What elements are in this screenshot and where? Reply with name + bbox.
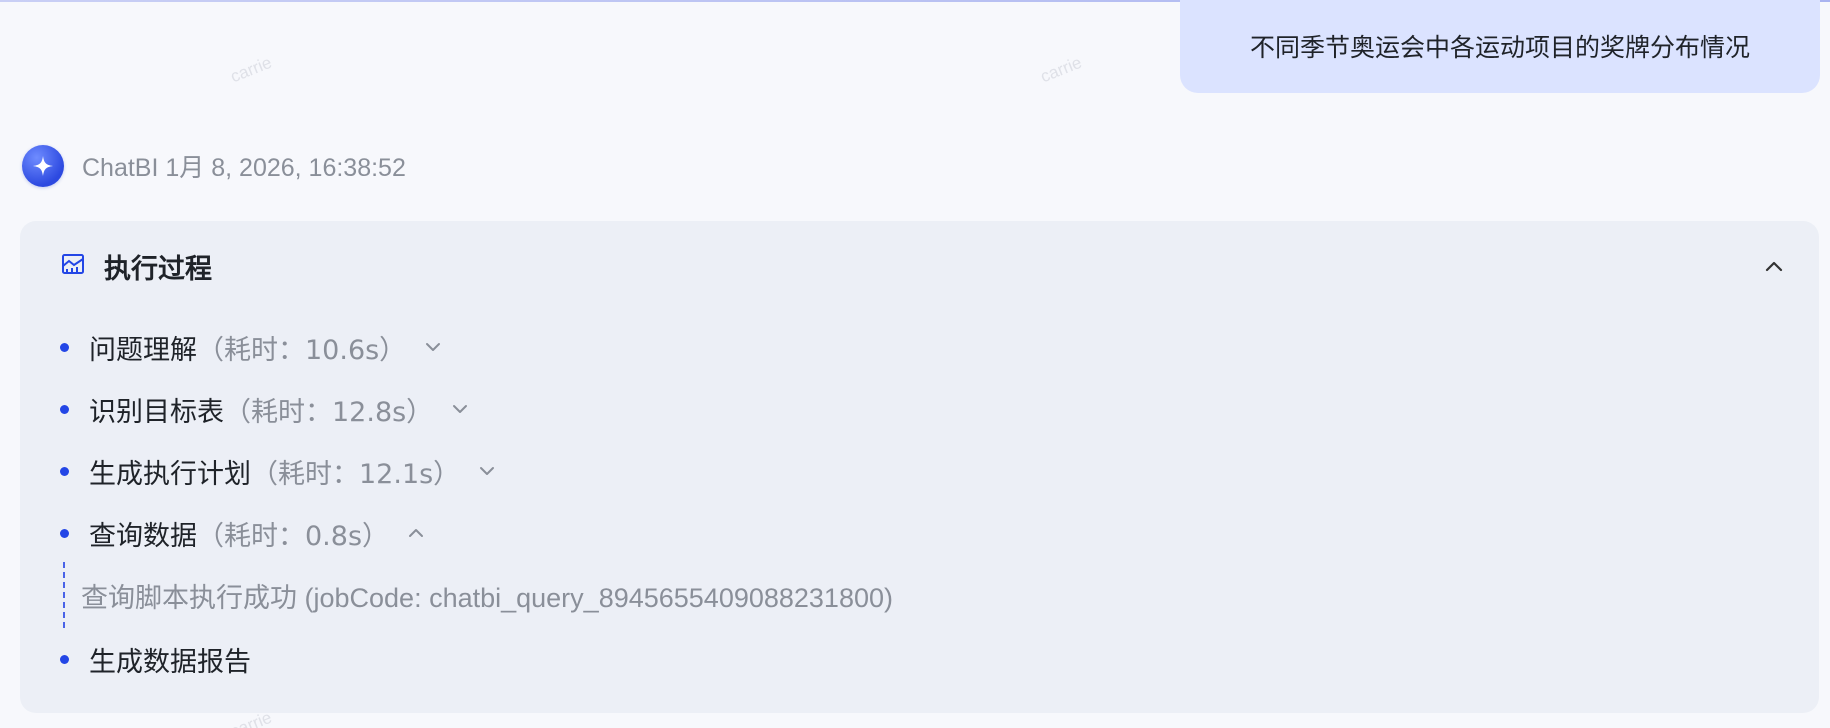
assistant-name: ChatBI — [82, 154, 159, 182]
assistant-meta: ChatBI 1月 8, 2026, 16:38:52 — [22, 144, 406, 188]
step-duration: （耗时：12.1s） — [251, 458, 461, 490]
step-bullet — [60, 528, 69, 538]
step-bullet — [60, 466, 69, 476]
chatbi-avatar-icon — [22, 145, 64, 187]
step-bullet — [60, 404, 69, 414]
step-item: 识别目标表 （耗时：12.8s） — [60, 378, 1789, 440]
query-result-text: 查询脚本执行成功 (jobCode: chatbi_query_89456554… — [81, 582, 893, 613]
step-item: 生成数据报告 — [60, 628, 1789, 690]
step-detail: 查询脚本执行成功 (jobCode: chatbi_query_89456554… — [63, 562, 1789, 628]
step-label: 识别目标表 — [89, 396, 224, 428]
process-chart-icon — [60, 251, 86, 281]
step-duration: （耗时：0.8s） — [197, 520, 390, 552]
step-item: 问题理解 （耗时：10.6s） — [60, 316, 1789, 378]
step-label: 问题理解 — [89, 334, 197, 366]
step-item: 生成执行计划 （耗时：12.1s） — [60, 440, 1789, 502]
watermark: carrie — [227, 52, 275, 87]
panel-title: 执行过程 — [104, 253, 212, 285]
chevron-down-icon[interactable] — [476, 460, 498, 482]
step-duration: （耗时：10.6s） — [197, 334, 407, 366]
collapse-panel-button[interactable] — [1759, 251, 1789, 281]
chevron-up-icon[interactable] — [405, 522, 427, 544]
chevron-down-icon[interactable] — [422, 336, 444, 358]
chevron-down-icon[interactable] — [449, 398, 471, 420]
step-item: 查询数据 （耗时：0.8s） — [60, 502, 1789, 564]
step-label: 生成数据报告 — [89, 646, 251, 678]
execution-process-panel: 执行过程 问题理解 （耗时：10.6s） 识别目标表 （耗时：12.8s） 生成… — [20, 221, 1819, 713]
step-duration: （耗时：12.8s） — [224, 396, 434, 428]
step-bullet — [60, 342, 69, 352]
assistant-meta-text: ChatBI 1月 8, 2026, 16:38:52 — [82, 148, 406, 184]
step-bullet — [60, 654, 69, 664]
watermark: carrie — [1037, 52, 1085, 87]
step-list: 问题理解 （耗时：10.6s） 识别目标表 （耗时：12.8s） 生成执行计划 … — [60, 316, 1789, 690]
user-message-text: 不同季节奥运会中各运动项目的奖牌分布情况 — [1249, 32, 1750, 62]
step-label: 查询数据 — [89, 520, 197, 552]
step-label: 生成执行计划 — [89, 458, 251, 490]
message-timestamp: 1月 8, 2026, 16:38:52 — [165, 154, 406, 182]
panel-header[interactable]: 执行过程 — [60, 243, 1789, 289]
chevron-up-icon — [1765, 261, 1783, 272]
user-message-bubble: 不同季节奥运会中各运动项目的奖牌分布情况 — [1180, 0, 1820, 93]
